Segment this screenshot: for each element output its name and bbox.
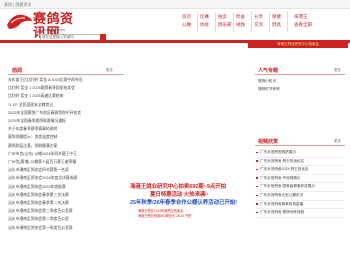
news-item[interactable]: 汕头市潮南区鸽协会第二季度百公里 [8, 217, 69, 222]
video-item[interactable]: 广东永茂鸽舍 国家级赛事获奖展示 [260, 184, 315, 189]
video-more-link[interactable]: 更多 [334, 139, 341, 144]
nav-item[interactable]: 查看全部 [294, 22, 312, 28]
video-item[interactable]: 广东永茂鸽舍赛事现场直播 [260, 202, 303, 207]
news-item[interactable]: “4.15” 全民国家安全教育日 [8, 103, 53, 108]
bullet-icon [256, 211, 258, 214]
nav-separator [233, 12, 234, 32]
nav-item[interactable]: 拍卖 [218, 14, 227, 20]
news-more-link[interactable]: 更多 [106, 68, 113, 73]
nav-separator [269, 12, 270, 32]
nav-item[interactable]: 俱乐部 [218, 22, 232, 28]
news-item[interactable]: 汕头市潮南区鸽协会2024年度联赛 [8, 185, 66, 190]
hot-title: 人气专题 [258, 68, 279, 74]
video-separator [255, 190, 345, 192]
news-item[interactable]: 去年度王后比利时 奖金 8 2025比赛中再夺冠 [8, 78, 82, 83]
top-bar-text: 赛鸽 | 鸽赛资讯 [4, 2, 32, 7]
video-separator [255, 199, 345, 201]
bullet-icon [256, 185, 258, 188]
promo-small-2: 海港王鸽业拍卖692期全天 16:00 开拍 [138, 214, 192, 218]
nav-item[interactable]: 交流 [254, 22, 263, 28]
nav-item[interactable]: 协会 [200, 22, 209, 28]
dove-logo-icon [7, 14, 32, 29]
news-divider [8, 74, 124, 75]
video-divider [255, 145, 345, 146]
promo-line-2: 夏日特惠活动 火热来袭~ [150, 192, 209, 198]
video-separator [255, 216, 345, 218]
video-item[interactable]: 广东永茂鸽舍2024 鸽王拍卖会 [260, 167, 309, 172]
news-item[interactable]: 广州市信(山东) 公棚2024年四关赛王中王 [8, 152, 77, 157]
video-separator [255, 165, 345, 167]
promo-line-3: 25年秋季/26年春季合作公棚认养活动已开始! [130, 200, 237, 206]
nav-item[interactable]: 鸽具 [272, 22, 281, 28]
video-separator [255, 208, 345, 210]
news-item[interactable]: 汕头市潮南区鸽协会春季第二关决赛 [8, 201, 69, 206]
news-item[interactable]: 汕头市潮南区鸽协会第一季度百公里赛 [8, 226, 73, 231]
nav-item[interactable]: 鸽舍 [236, 14, 245, 20]
news-item[interactable]: 赛鸽防疫注意，鸽群健康方案 [8, 144, 57, 149]
news-item[interactable]: 2025年全国春季赛鸽联赛情况通报 [8, 119, 66, 124]
video-item[interactable]: 广东永茂鸽舍大型公棚实况 [260, 193, 303, 198]
header-banner[interactable]: 海港王鸽业研究中心拍卖会 [248, 41, 348, 48]
bullet-icon [256, 160, 258, 162]
news-item[interactable]: 比利时 奖金 1 2025赛鸽春季国家拍卖会 [8, 86, 75, 91]
video-separator [255, 156, 345, 158]
top-bar: 赛鸽 | 鸽赛资讯 [0, 0, 350, 9]
bullet-icon [256, 151, 258, 153]
bullet-icon [256, 177, 258, 179]
video-item[interactable]: 广东永茂鸽舍赛绩展示 [260, 150, 296, 155]
news-title: 鸽闻 [12, 68, 23, 74]
hot-item[interactable]: 赛鸽小知识 [258, 79, 276, 84]
nav-item[interactable]: 保健 [272, 14, 281, 20]
hot-divider [255, 74, 345, 75]
news-item[interactable]: 2025年全国赛鸽广东地区春赛暨和平杯拍卖 [8, 111, 81, 116]
bullet-icon [256, 168, 258, 171]
hot-item[interactable]: 清明时节养鸽 [258, 87, 280, 92]
nav-item[interactable]: 海港王 [294, 14, 308, 20]
news-item[interactable]: 比利时 奖金 1 2025高速比赛结束 [8, 94, 64, 99]
site-logo[interactable]: 赛鸽资讯网 www.saige.com [5, 11, 85, 40]
nav-separator [287, 12, 288, 32]
nav-separator [251, 12, 252, 32]
video-item[interactable]: 广东永茂鸽舍 鸽王拍卖纪实 [260, 159, 304, 164]
news-item[interactable]: 汕头市潮南区鸽协会第三季度百公里赛 [8, 209, 73, 214]
news-item[interactable]: 汕头市潮南区鸽协会春季第三关决赛 [8, 193, 69, 198]
nav-item[interactable]: 分享 [254, 14, 263, 20]
video-separator [255, 173, 345, 175]
bullet-icon [256, 203, 258, 205]
news-item[interactable]: 广州信(黄埔) 公棚第十届百万赛王者荣耀 [8, 160, 76, 165]
logo-url: www.saige.com [37, 27, 65, 32]
news-item[interactable]: 汕头市潮南区鸽协会四关赛第一名奖 [8, 168, 69, 173]
nav-item[interactable]: 比赛 [200, 14, 209, 20]
nav-item[interactable]: 首页 [182, 14, 191, 20]
nav-item[interactable]: 公棚 [182, 22, 191, 28]
nav-item[interactable]: 视频 [236, 22, 245, 28]
bullet-icon [256, 194, 258, 196]
news-item[interactable]: 赛鸽保健提示：鸽舍温度控制 [8, 135, 57, 140]
video-title: 视频欣赏 [258, 139, 279, 145]
hot-more-link[interactable]: 更多 [334, 68, 341, 73]
nav-separator [215, 12, 216, 32]
news-item[interactable]: 关于年度春季赛季赛事的说明 [8, 127, 57, 132]
promo-line-1: 海港王鸽业研究中心拍卖692期~9点开拍 [130, 184, 226, 190]
video-item[interactable]: 广东永茂鸽舍 夺冠鸽展示 [260, 176, 301, 181]
video-item[interactable]: 广东永茂鸽舍 赛鸽训练视频 [260, 210, 304, 215]
promo-block[interactable]: 海港王鸽业研究中心拍卖692期~9点开拍 夏日特惠活动 火热来袭~ 25年秋季/… [130, 182, 245, 230]
nav-separator [197, 12, 198, 32]
news-item[interactable]: 汕头市潮南区鸽协会2024年度总决赛成绩 [8, 176, 77, 181]
